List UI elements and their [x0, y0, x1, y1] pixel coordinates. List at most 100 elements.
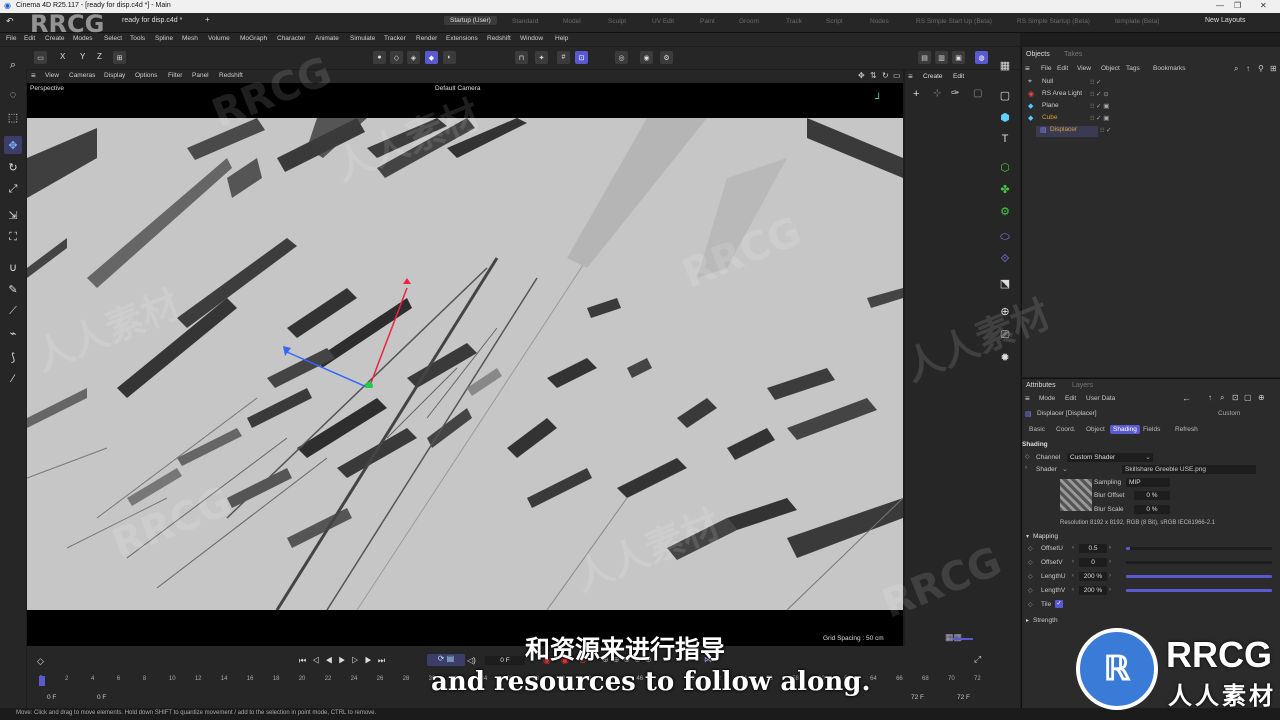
objects-add-icon[interactable]: ⊞	[1270, 64, 1277, 73]
menu-item[interactable]: Simulate	[350, 35, 375, 42]
object-row-rs-area-light[interactable]: ◉ RS Area Light ⁝⁝ ✓ ⊙	[1022, 90, 1280, 102]
menu-item[interactable]: Window	[520, 35, 543, 42]
menu-item[interactable]: Render	[416, 35, 437, 42]
render-settings-icon[interactable]: ⚙	[660, 51, 673, 64]
layout-tab[interactable]: Nodes	[870, 18, 889, 25]
document-tab[interactable]: ready for disp.c4d *	[122, 17, 182, 24]
playback-controls[interactable]: ⏮◁◀▶▷▶⏭	[299, 656, 391, 666]
layout-tab[interactable]: template (Beta)	[1115, 18, 1159, 25]
selection-icon[interactable]: ⬚	[4, 108, 22, 126]
scale-tool-icon[interactable]: ⤢	[4, 180, 22, 198]
mapping-slider[interactable]	[1126, 561, 1272, 564]
attr-subtab[interactable]: Coord.	[1053, 425, 1079, 434]
clapper-icon[interactable]: ▤	[918, 51, 931, 64]
tile-checkbox[interactable]: ✓	[1055, 600, 1063, 608]
tile-keyframe-icon[interactable]: ◇	[1028, 601, 1033, 608]
stepper-arrow-icon[interactable]: ›	[1109, 545, 1111, 551]
keyframe-diamond-icon[interactable]: ◇	[1028, 587, 1033, 594]
objects-menu-item[interactable]: Object	[1101, 65, 1120, 72]
layout-tab[interactable]: Model	[563, 18, 581, 25]
deformer-icon[interactable]: ⬭	[996, 228, 1014, 246]
layout-tab[interactable]: Sculpt	[608, 18, 626, 25]
keyframe-diamond-icon[interactable]: ◇	[1028, 573, 1033, 580]
end-frame-field[interactable]: 72 F	[957, 694, 970, 701]
zoom-slider[interactable]	[953, 638, 973, 640]
viewport-menu-item[interactable]: Panel	[192, 72, 209, 79]
menu-item[interactable]: Animate	[315, 35, 339, 42]
snap-icon[interactable]: ⊓	[515, 51, 528, 64]
render-view-icon[interactable]: ◎	[615, 51, 628, 64]
multi-tool-icon[interactable]: ⛶	[4, 228, 22, 246]
menu-item[interactable]: Help	[555, 35, 568, 42]
playhead[interactable]	[39, 676, 45, 686]
attributes-hamburger-icon[interactable]: ≡	[1025, 394, 1030, 403]
blur-scale-field[interactable]: 0 %	[1134, 505, 1170, 514]
layout-tab[interactable]: UV Edit	[652, 18, 674, 25]
stepper-arrow-icon[interactable]: ›	[1109, 587, 1111, 593]
workplane-icon[interactable]: ⊡	[575, 51, 588, 64]
menu-item[interactable]: Mesh	[182, 35, 198, 42]
lock-icon[interactable]: ⊡	[1232, 393, 1239, 402]
viewport-menu-item[interactable]: Filter	[168, 72, 182, 79]
preview-start-field[interactable]: 0 F	[97, 694, 106, 701]
object-row-displacer[interactable]: ▤ Displacer ⁝⁝ ✓	[1022, 126, 1280, 138]
text-icon[interactable]: T	[996, 130, 1014, 148]
live-selection-icon[interactable]: ◌	[4, 86, 22, 104]
field-icon[interactable]: ⟐	[996, 250, 1014, 268]
stepper-arrow-icon[interactable]: ‹	[1072, 587, 1074, 593]
keyframe-diamond-icon[interactable]: ◇	[1025, 453, 1030, 460]
tab-layers[interactable]: Layers	[1072, 382, 1093, 389]
eyedropper-icon[interactable]: ⁄	[4, 370, 22, 388]
keyframe-diamond-icon[interactable]: ◇	[1028, 559, 1033, 566]
edges-mode-icon[interactable]: ◇	[390, 51, 403, 64]
object-row-cube[interactable]: ◆ Cube ⁝⁝ ✓ ▣	[1022, 114, 1280, 126]
current-frame-field[interactable]: 0 F	[485, 656, 525, 665]
loop-button[interactable]: ⟳ ▤	[427, 654, 465, 666]
stepper-arrow-icon[interactable]: ›	[1109, 559, 1111, 565]
channel-dropdown[interactable]: Custom Shader	[1067, 453, 1153, 462]
pen-icon[interactable]: ✑	[951, 88, 959, 99]
hamburger-icon[interactable]: ≡	[31, 71, 36, 80]
brush-icon[interactable]: ✎	[4, 280, 22, 298]
attr-subtab[interactable]: Refresh	[1172, 425, 1201, 434]
list-icon[interactable]: ▦	[996, 56, 1014, 74]
attr-search-icon[interactable]: ⌕	[1220, 393, 1224, 403]
objects-filter-icon[interactable]: ⚲	[1258, 64, 1264, 73]
cube-icon[interactable]: ⬢	[996, 108, 1014, 126]
viewport-menu-item[interactable]: Redshift	[219, 72, 243, 79]
object-row-null[interactable]: ⌖ Null ⁝⁝ ✓	[1022, 78, 1280, 90]
clapper-play-icon[interactable]: ▥	[935, 51, 948, 64]
menu-item[interactable]: MoGraph	[240, 35, 267, 42]
mapping-row-value[interactable]: 200 %	[1079, 572, 1107, 581]
close-button[interactable]: ✕	[1260, 1, 1267, 10]
menu-item[interactable]: Redshift	[487, 35, 511, 42]
menu-item[interactable]: Tracker	[384, 35, 406, 42]
move-gizmo[interactable]	[277, 278, 437, 388]
coordinate-system-icon[interactable]: ⊞	[113, 51, 126, 64]
objects-menu-item[interactable]: View	[1077, 65, 1091, 72]
shader-menu-icon[interactable]: ⌄	[1062, 465, 1068, 473]
viewport[interactable]: Perspective Default Camera ⅃ Grid Spacin…	[27, 83, 903, 646]
stepper-arrow-icon[interactable]: ‹	[1072, 545, 1074, 551]
render-settings-2-icon[interactable]: ▣	[952, 51, 965, 64]
menu-item[interactable]: Select	[104, 35, 122, 42]
texture-mode-icon[interactable]: ◐	[443, 51, 456, 64]
magnet-icon[interactable]: ∪	[4, 258, 22, 276]
mapping-slider[interactable]	[1126, 547, 1272, 550]
paint-icon[interactable]: ⟆	[4, 348, 22, 366]
strength-expand-icon[interactable]: ▸	[1026, 617, 1029, 624]
attr-subtab[interactable]: Basic	[1026, 425, 1048, 434]
cloner-icon[interactable]: ✤	[996, 180, 1014, 198]
strength-heading[interactable]: Strength	[1033, 617, 1058, 624]
bridge-icon[interactable]: ⌁	[4, 324, 22, 342]
axis-y-button[interactable]: Y	[80, 52, 85, 61]
viewport-menu-item[interactable]: View	[45, 72, 59, 79]
select-mode-icon[interactable]: ▭	[34, 51, 47, 64]
attr-menu-mode[interactable]: Mode	[1039, 395, 1055, 402]
square-icon[interactable]: ▢	[973, 88, 982, 99]
mapping-row-value[interactable]: 0	[1079, 558, 1107, 567]
menu-item[interactable]: Volume	[208, 35, 230, 42]
mapping-row-value[interactable]: 0.5	[1079, 544, 1107, 553]
axis-z-button[interactable]: Z	[97, 52, 102, 61]
move-tool-icon[interactable]: ✥	[4, 136, 22, 154]
